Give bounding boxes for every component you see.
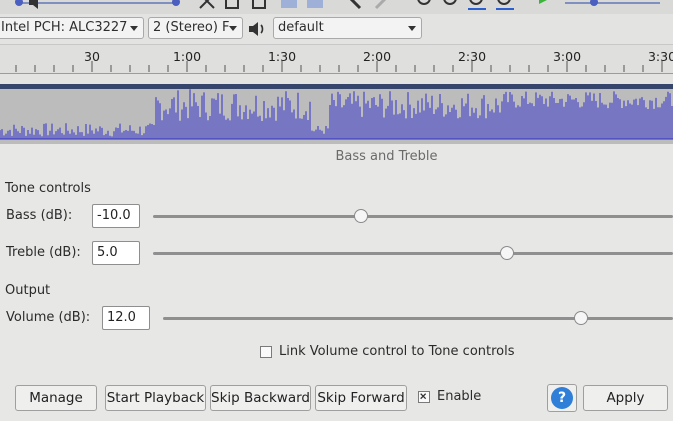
- tick-label: 3:30: [647, 49, 673, 64]
- bass-slider[interactable]: [153, 209, 673, 223]
- output-heading: Output: [5, 283, 51, 298]
- silence-icon[interactable]: [304, 0, 326, 12]
- track-gap: [0, 74, 673, 84]
- skip-forward-button[interactable]: Skip Forward: [315, 385, 407, 411]
- checkmark-icon: [420, 393, 427, 400]
- volume-slider-thumb[interactable]: [574, 311, 589, 325]
- bass-slider-thumb[interactable]: [354, 209, 368, 223]
- fit-selection-icon[interactable]: [466, 0, 488, 12]
- skip-backward-button[interactable]: Skip Backward: [210, 385, 311, 411]
- tick-label: 3:00: [552, 49, 582, 64]
- bass-input[interactable]: -10.0: [92, 204, 140, 228]
- volume-slider[interactable]: [163, 311, 673, 325]
- tick-label: 2:00: [362, 49, 392, 64]
- tick-label: 1:00: [172, 49, 202, 64]
- enable-label[interactable]: Enable: [437, 389, 481, 404]
- tick-label: 2:30: [457, 49, 487, 64]
- output-device-value: default: [278, 20, 324, 35]
- redo-icon[interactable]: [370, 0, 392, 12]
- help-icon: ?: [551, 387, 573, 409]
- zoom-in-icon[interactable]: [414, 0, 436, 12]
- speaker-icon: [26, 0, 48, 12]
- link-volume-label[interactable]: Link Volume control to Tone controls: [279, 344, 515, 359]
- playback-speed-slider[interactable]: [565, 0, 660, 14]
- output-device-select[interactable]: default: [273, 17, 422, 39]
- tick-label: 1:30: [267, 49, 297, 64]
- treble-input[interactable]: 5.0: [92, 241, 140, 265]
- volume-value: 12.0: [107, 310, 136, 325]
- channels-select[interactable]: 2 (Stereo) F: [148, 17, 243, 39]
- chevron-down-icon: [229, 26, 237, 31]
- bass-value: -10.0: [97, 208, 131, 223]
- play-icon[interactable]: [534, 0, 556, 12]
- channels-value: 2 (Stereo) F: [153, 20, 230, 35]
- chevron-down-icon: [408, 26, 416, 31]
- treble-slider[interactable]: [153, 246, 673, 260]
- volume-input[interactable]: 12.0: [102, 306, 150, 330]
- bass-treble-dialog: Bass and Treble Tone controls Bass (dB):…: [0, 144, 673, 421]
- treble-label: Treble (dB):: [6, 245, 81, 260]
- volume-label: Volume (dB):: [6, 310, 91, 325]
- input-device-value: Intel PCH: ALC3227: [1, 20, 128, 35]
- toolbar-strip: [0, 0, 673, 15]
- dialog-title: Bass and Treble: [335, 149, 438, 164]
- manage-button[interactable]: Manage: [15, 385, 97, 411]
- tick-label: 30: [84, 49, 100, 64]
- trim-icon[interactable]: [278, 0, 300, 12]
- device-toolbar: Intel PCH: ALC3227 2 (Stereo) F default: [0, 14, 673, 45]
- zoom-out-icon[interactable]: [440, 0, 462, 12]
- undo-icon[interactable]: [344, 0, 366, 12]
- chevron-down-icon: [130, 26, 138, 31]
- waveform: [0, 89, 673, 140]
- input-device-select[interactable]: Intel PCH: ALC3227: [0, 17, 144, 39]
- paste-icon[interactable]: [248, 0, 270, 12]
- link-volume-checkbox[interactable]: [260, 346, 272, 358]
- help-button[interactable]: ?: [547, 384, 577, 412]
- tone-controls-heading: Tone controls: [5, 181, 91, 196]
- audio-track-waveform[interactable]: [0, 84, 673, 144]
- enable-checkbox[interactable]: [418, 391, 430, 403]
- speaker-icon: [247, 19, 267, 39]
- treble-value: 5.0: [97, 245, 118, 260]
- cut-icon[interactable]: [196, 0, 218, 12]
- copy-icon[interactable]: [222, 0, 244, 12]
- timeline-ruler[interactable]: 30 1:00 1:30 2:00 2:30 3:00 3:30: [0, 45, 673, 74]
- bass-label: Bass (dB):: [6, 208, 73, 223]
- fit-project-icon[interactable]: [494, 0, 516, 12]
- start-playback-button[interactable]: Start Playback: [105, 385, 206, 411]
- treble-slider-thumb[interactable]: [499, 246, 514, 260]
- apply-button[interactable]: Apply: [583, 385, 668, 411]
